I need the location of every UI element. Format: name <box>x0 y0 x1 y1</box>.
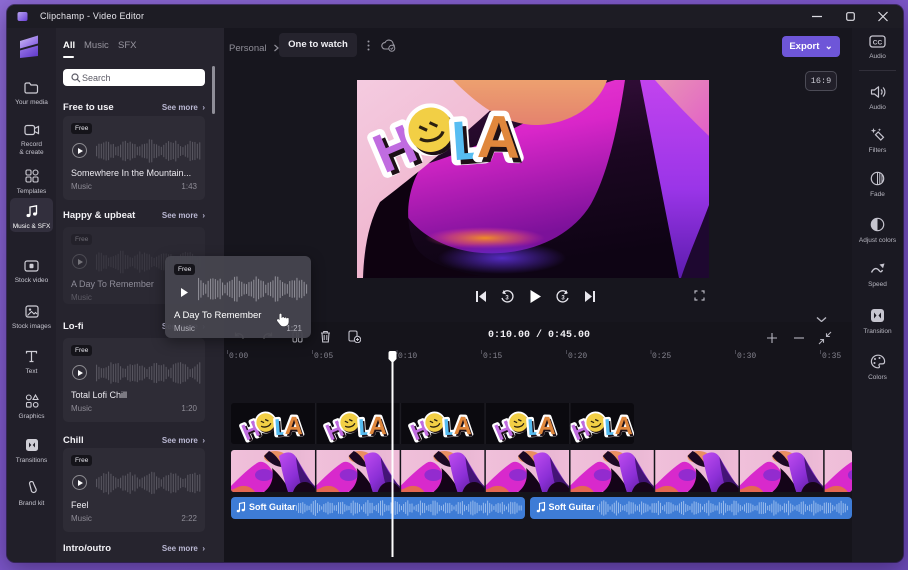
svg-text:CC: CC <box>873 39 883 46</box>
svg-text:3: 3 <box>505 296 509 302</box>
svg-text:3: 3 <box>561 296 565 302</box>
